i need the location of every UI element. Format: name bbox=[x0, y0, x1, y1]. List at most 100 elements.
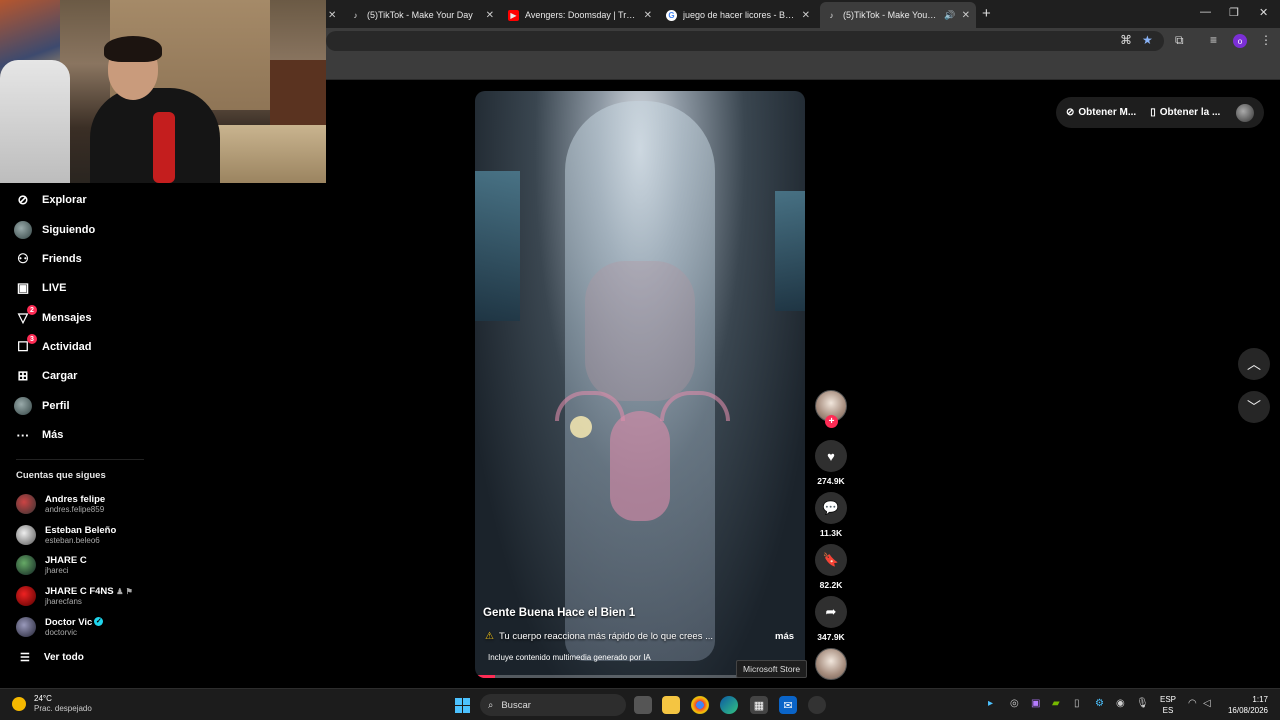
taskbar-search[interactable]: ⌕ Buscar bbox=[480, 694, 626, 716]
volume-icon[interactable]: ◁ bbox=[1203, 698, 1211, 709]
chrome-icon[interactable] bbox=[691, 696, 709, 714]
close-icon[interactable]: ✕ bbox=[644, 10, 652, 21]
tray-nvidia-icon[interactable]: ▰ bbox=[1052, 698, 1060, 709]
profile-avatar[interactable]: o bbox=[1233, 34, 1247, 48]
mail-icon[interactable]: ✉ bbox=[779, 696, 797, 714]
more-button[interactable]: más bbox=[775, 631, 794, 642]
account-username: andres.felipe859 bbox=[45, 504, 105, 514]
see-all-button[interactable]: ☰ Ver todo bbox=[20, 651, 84, 664]
video-player[interactable]: Gente Buena Hace el Bien 1 ⚠ Tu cuerpo r… bbox=[475, 91, 805, 678]
task-view-icon[interactable] bbox=[634, 696, 652, 714]
window-close-icon[interactable]: ✕ bbox=[1259, 6, 1268, 19]
sidebar-item-label: LIVE bbox=[42, 282, 67, 294]
comment-button[interactable]: 💬 bbox=[815, 492, 847, 524]
tab-youtube[interactable]: ▶ Avengers: Doomsday | Tráiler O ✕ bbox=[502, 4, 658, 26]
microsoft-store-icon[interactable]: ▦ bbox=[750, 696, 768, 714]
sidebar-item-explorar[interactable]: ⊘ Explorar bbox=[14, 189, 87, 211]
edge-icon[interactable] bbox=[720, 696, 738, 714]
sidebar-item-siguiendo[interactable]: Siguiendo bbox=[14, 219, 95, 241]
sidebar-item-label: Explorar bbox=[42, 194, 87, 206]
bookmark-star-icon[interactable]: ★ bbox=[1142, 33, 1153, 47]
next-video-button[interactable]: ﹀ bbox=[1238, 391, 1270, 423]
close-icon[interactable]: ✕ bbox=[486, 10, 494, 21]
send-icon: ▽ 2 bbox=[14, 305, 37, 327]
comment-icon: 💬 bbox=[822, 500, 840, 515]
tab-title: juego de hacer licores - Buscar bbox=[683, 10, 796, 20]
weather-widget[interactable]: 24°C Prac. despejado bbox=[12, 694, 92, 714]
sound-avatar[interactable] bbox=[815, 648, 847, 680]
profile-avatar-icon bbox=[14, 397, 32, 415]
bookmark-icon: 🔖 bbox=[822, 552, 840, 567]
get-app-button-1[interactable]: ⊘ Obtener M... bbox=[1066, 107, 1136, 118]
sidebar-item-label: Cargar bbox=[42, 370, 78, 382]
search-icon: ⌕ bbox=[488, 699, 494, 711]
follow-plus-button[interactable]: + bbox=[825, 415, 838, 428]
tab-title: (5)TikTok - Make Your Day bbox=[367, 10, 473, 20]
live-icon: ▣ bbox=[16, 280, 30, 295]
previous-video-button[interactable]: ︿ bbox=[1238, 348, 1270, 380]
tab-tiktok-1[interactable]: ♪ (5)TikTok - Make Your Day ✕ bbox=[344, 4, 500, 26]
language-indicator[interactable]: ESP ES bbox=[1160, 694, 1176, 716]
account-name: JHARE C bbox=[45, 554, 87, 566]
restore-icon[interactable]: ❐ bbox=[1229, 6, 1239, 19]
activity-icon: ☐ 3 bbox=[14, 334, 37, 356]
sidebar-item-actividad[interactable]: ☐ 3 Actividad bbox=[14, 334, 92, 358]
avatar-icon bbox=[14, 221, 32, 239]
speaker-icon[interactable]: 🔊 bbox=[944, 10, 955, 21]
tray-camera-icon[interactable]: ▣ bbox=[1031, 698, 1040, 709]
wifi-icon[interactable]: ◠ bbox=[1188, 698, 1197, 709]
windows-taskbar: 24°C Prac. despejado ⌕ Buscar ▦ ✉ ▸ ◎ ▣ … bbox=[0, 688, 1280, 720]
sidebar-item-perfil[interactable]: Perfil bbox=[14, 395, 70, 417]
translate-icon[interactable]: ⌘ bbox=[1120, 33, 1132, 47]
following-account-jhare[interactable]: JHARE Cjhareci bbox=[16, 552, 87, 578]
like-count: 274.9K bbox=[817, 476, 845, 486]
sidebar-item-cargar[interactable]: ⊞ Cargar bbox=[14, 365, 78, 387]
media-control-icon[interactable]: ≡ bbox=[1210, 33, 1217, 47]
webcam-microphone bbox=[153, 112, 175, 183]
close-icon[interactable]: ✕ bbox=[802, 10, 810, 21]
file-explorer-icon[interactable] bbox=[662, 696, 680, 714]
tray-settings-icon[interactable]: ⚙ bbox=[1095, 698, 1104, 709]
sidebar-item-label: Perfil bbox=[42, 400, 70, 412]
more-icon: ··· bbox=[16, 427, 30, 443]
like-button[interactable]: ♥ bbox=[815, 440, 847, 472]
close-icon[interactable]: ✕ bbox=[962, 10, 970, 21]
webcam-person-hair bbox=[104, 36, 162, 62]
tray-app-icon[interactable]: ▸ bbox=[988, 698, 993, 709]
tab-tiktok-active[interactable]: ♪ (5)TikTok - Make Your Day 🔊 ✕ bbox=[820, 2, 976, 28]
app-icon[interactable] bbox=[808, 696, 826, 714]
following-account-jhare-fans[interactable]: JHARE C F4NS ♟ ⚑ jharecfans bbox=[16, 583, 133, 609]
system-clock[interactable]: 1:17 16/08/2026 bbox=[1226, 694, 1268, 716]
avatar bbox=[16, 525, 36, 545]
sidebar-item-mas[interactable]: ··· Más bbox=[14, 424, 64, 446]
user-avatar[interactable] bbox=[1236, 103, 1254, 122]
tray-mic-icon[interactable]: 🎙 bbox=[1136, 698, 1149, 709]
get-app-button-2[interactable]: ▯ Obtener la ... bbox=[1150, 107, 1220, 118]
windows-start-icon[interactable] bbox=[455, 698, 470, 713]
keyboard-code: ES bbox=[1162, 706, 1174, 715]
minimize-icon[interactable]: — bbox=[1200, 6, 1211, 18]
following-account-andres[interactable]: Andres felipe andres.felipe859 bbox=[16, 491, 105, 517]
tray-headset-icon[interactable]: ◎ bbox=[1010, 698, 1019, 709]
sidebar-item-friends[interactable]: ⚇ Friends bbox=[14, 248, 82, 270]
video-glow bbox=[570, 416, 592, 438]
following-account-esteban[interactable]: Esteban Beleño esteban.beleo6 bbox=[16, 522, 116, 548]
share-button[interactable]: ➦ bbox=[815, 596, 847, 628]
sidebar-item-label: Siguiendo bbox=[42, 224, 96, 236]
people-icon: ⚇ bbox=[17, 251, 29, 266]
desktop-app-icon: ⊘ bbox=[1066, 107, 1075, 118]
new-tab-button[interactable]: + bbox=[982, 5, 991, 22]
extensions-icon[interactable]: ⧉ bbox=[1175, 33, 1184, 48]
following-account-doctor-vic[interactable]: Doctor Vic ✓ doctorvic bbox=[16, 614, 104, 640]
avatar bbox=[16, 494, 36, 514]
sidebar-item-live[interactable]: ▣ LIVE bbox=[14, 277, 67, 299]
tray-battery-icon[interactable]: ▯ bbox=[1074, 698, 1080, 709]
sidebar: ⊘ Explorar Siguiendo ⚇ Friends ▣ LIVE ▽ 2… bbox=[0, 183, 160, 688]
sidebar-item-mensajes[interactable]: ▽ 2 Mensajes bbox=[14, 305, 92, 329]
save-button[interactable]: 🔖 bbox=[815, 544, 847, 576]
tiktok-icon: ♪ bbox=[353, 10, 358, 20]
tab-google[interactable]: G juego de hacer licores - Buscar ✕ bbox=[660, 4, 816, 26]
tray-steam-icon[interactable]: ◉ bbox=[1116, 698, 1125, 709]
menu-kebab-icon[interactable]: ⋮ bbox=[1260, 33, 1272, 47]
omnibox[interactable] bbox=[326, 31, 1164, 51]
